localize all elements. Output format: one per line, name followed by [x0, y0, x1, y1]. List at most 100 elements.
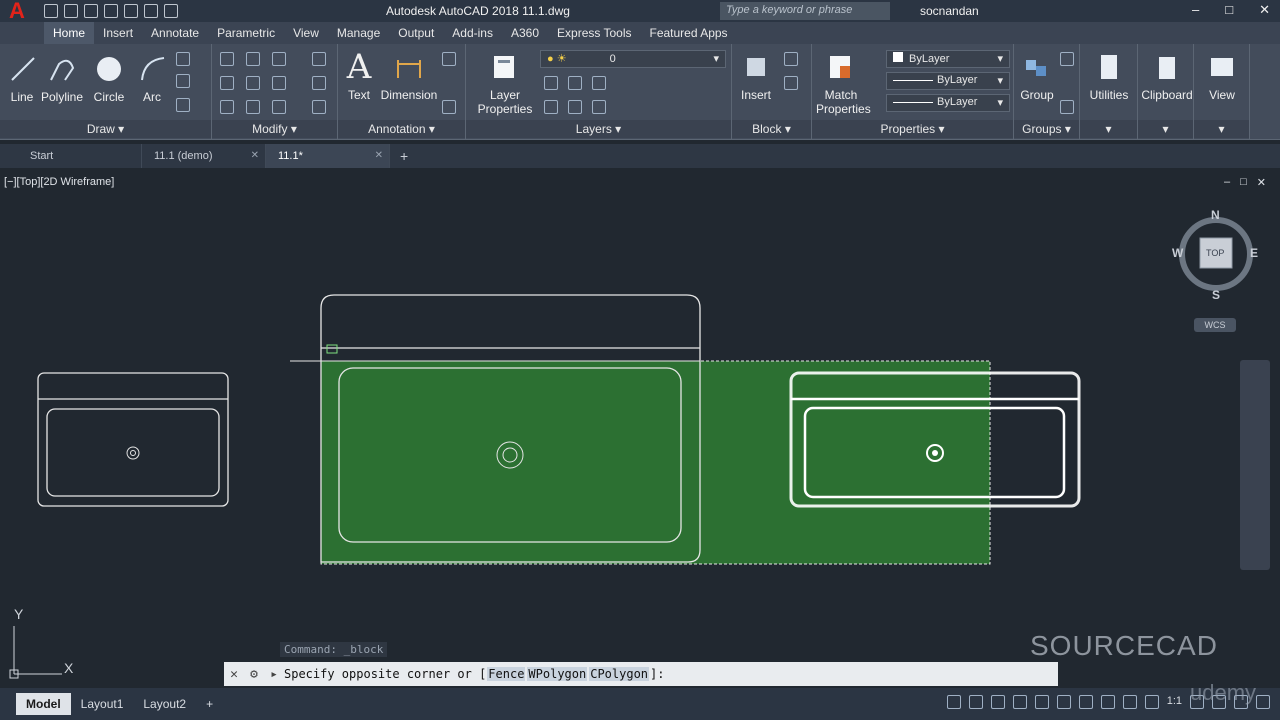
linetype-dropdown[interactable]: ByLayer ▾ [886, 72, 1010, 90]
offset-icon[interactable] [312, 100, 326, 114]
customization-icon[interactable] [1256, 695, 1270, 709]
edit-block-icon[interactable] [784, 76, 798, 90]
otrack-icon[interactable] [1056, 695, 1071, 709]
sink-left[interactable] [37, 372, 229, 507]
group-button[interactable]: Group [1018, 50, 1056, 102]
new-icon[interactable] [44, 4, 58, 18]
search-input[interactable]: Type a keyword or phrase [720, 2, 890, 20]
scale-icon[interactable] [246, 100, 260, 114]
command-option-fence[interactable]: Fence [487, 667, 526, 681]
compass-north[interactable]: N [1211, 208, 1220, 222]
osnap-icon[interactable] [1034, 695, 1049, 709]
compass-east[interactable]: E [1250, 246, 1258, 260]
array-icon[interactable] [272, 100, 286, 114]
layout-tab-model[interactable]: Model [16, 693, 71, 715]
tab-insert[interactable]: Insert [94, 22, 142, 44]
close-tab-icon[interactable]: ✕ [251, 144, 259, 168]
create-block-icon[interactable] [784, 52, 798, 66]
match-properties-button[interactable]: Match Properties [816, 50, 871, 116]
drawing-viewport[interactable]: [−][Top][2D Wireframe] – □ ✕ Y X N S W E… [0, 170, 1280, 688]
properties-panel-title[interactable]: Properties ▾ [812, 120, 1013, 138]
clipboard-dropdown[interactable]: ▾ [1138, 120, 1193, 138]
redo-icon[interactable] [164, 4, 178, 18]
explode-icon[interactable] [312, 76, 326, 90]
application-menu-button[interactable]: A [0, 0, 34, 23]
transparency-icon[interactable] [1100, 695, 1115, 709]
grid-icon[interactable] [946, 695, 961, 709]
wcs-menu[interactable]: WCS [1194, 318, 1236, 332]
rotate-icon[interactable] [246, 52, 260, 66]
color-dropdown[interactable]: ByLayer ▾ [886, 50, 1010, 68]
command-option-wpolygon[interactable]: WPolygon [527, 667, 588, 681]
rectangle-icon[interactable] [176, 52, 190, 66]
tab-annotate[interactable]: Annotate [142, 22, 208, 44]
wrench-icon[interactable]: ⚙ [244, 662, 264, 686]
groups-panel-title[interactable]: Groups ▾ [1014, 120, 1079, 138]
annotation-panel-title[interactable]: Annotation ▾ [338, 120, 465, 138]
tab-output[interactable]: Output [389, 22, 443, 44]
lineweight-dropdown[interactable]: ByLayer ▾ [886, 94, 1010, 112]
tab-a360[interactable]: A360 [502, 22, 548, 44]
undo-icon[interactable] [144, 4, 158, 18]
view-dropdown[interactable]: ▾ [1194, 120, 1249, 138]
ortho-icon[interactable] [990, 695, 1005, 709]
hatch-icon[interactable] [176, 74, 190, 88]
clipboard-panel[interactable]: Clipboard ▾ [1138, 44, 1194, 140]
text-button[interactable]: A Text [342, 47, 376, 102]
block-panel-title[interactable]: Block ▾ [732, 120, 811, 138]
group-selection-icon[interactable] [1060, 100, 1074, 114]
layer-dropdown[interactable]: ● ☀ 0 ▾ [540, 50, 726, 68]
layer-tool-icon[interactable] [592, 76, 606, 90]
fillet-icon[interactable] [272, 76, 286, 90]
navigation-bar[interactable] [1240, 360, 1270, 570]
doc-tab-start[interactable]: Start [18, 144, 142, 168]
move-icon[interactable] [220, 52, 234, 66]
utilities-panel[interactable]: Utilities ▾ [1080, 44, 1138, 140]
copy-icon[interactable] [220, 76, 234, 90]
layer-tool-icon[interactable] [568, 100, 582, 114]
polyline-button[interactable]: Polyline [40, 52, 84, 104]
annotation-scale[interactable]: 1:1 [1167, 695, 1182, 709]
compass-south[interactable]: S [1212, 288, 1220, 302]
layout-tab-layout2[interactable]: Layout2 [133, 693, 196, 715]
doc-tab-demo[interactable]: 11.1 (demo) ✕ [142, 144, 266, 168]
layer-tool-icon[interactable] [592, 100, 606, 114]
tab-add-ins[interactable]: Add-ins [443, 22, 502, 44]
utilities-dropdown[interactable]: ▾ [1080, 120, 1137, 138]
drawing-canvas[interactable] [0, 170, 1280, 688]
circle-button[interactable]: Circle [90, 52, 128, 104]
trim-icon[interactable] [272, 52, 286, 66]
lineweight-icon[interactable] [1078, 695, 1093, 709]
mirror-icon[interactable] [246, 76, 260, 90]
tab-view[interactable]: View [284, 22, 328, 44]
tab-parametric[interactable]: Parametric [208, 22, 284, 44]
viewcube[interactable]: N S W E TOP [1172, 208, 1258, 302]
insert-button[interactable]: Insert [736, 50, 776, 102]
layers-panel-title[interactable]: Layers ▾ [466, 120, 731, 138]
command-line[interactable]: ✕ ⚙ ▸ Specify opposite corner or [ Fence… [224, 662, 1058, 686]
selection-cycling-icon[interactable] [1122, 695, 1137, 709]
layer-tool-icon[interactable] [544, 76, 558, 90]
ungroup-icon[interactable] [1060, 52, 1074, 66]
print-icon[interactable] [124, 4, 138, 18]
close-tab-icon[interactable]: ✕ [375, 144, 383, 168]
compass-west[interactable]: W [1172, 246, 1183, 260]
open-icon[interactable] [64, 4, 78, 18]
save-icon[interactable] [84, 4, 98, 18]
user-account[interactable]: socnandan [920, 4, 979, 18]
viewcube-top-face[interactable]: TOP [1206, 248, 1224, 258]
command-option-cpolygon[interactable]: CPolygon [589, 667, 650, 681]
tab-home[interactable]: Home [44, 22, 95, 44]
line-button[interactable]: Line [6, 52, 38, 104]
layout-tab-layout1[interactable]: Layout1 [71, 693, 134, 715]
tab-express-tools[interactable]: Express Tools [548, 22, 640, 44]
snap-icon[interactable] [968, 695, 983, 709]
doc-tab-current[interactable]: 11.1* ✕ [266, 144, 390, 168]
dimension-button[interactable]: Dimension [380, 50, 438, 102]
close-icon[interactable]: ✕ [224, 662, 244, 686]
layer-properties-button[interactable]: Layer Properties [474, 50, 536, 116]
view-panel[interactable]: View ▾ [1194, 44, 1250, 140]
save-as-icon[interactable] [104, 4, 118, 18]
maximize-icon[interactable]: □ [1225, 2, 1233, 18]
layer-tool-icon[interactable] [544, 100, 558, 114]
